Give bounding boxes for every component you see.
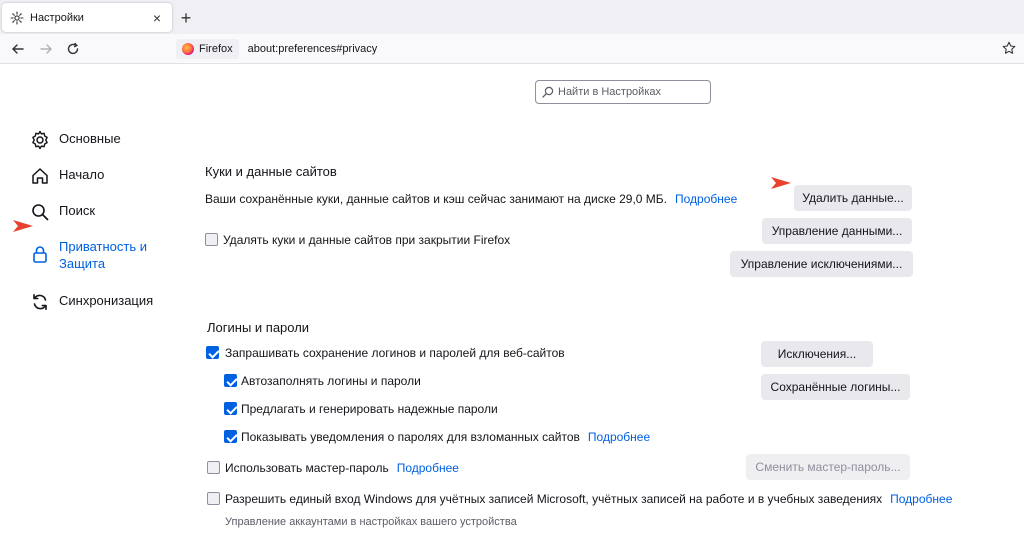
sidebar-item-general[interactable]: Основные [30,124,180,160]
tab-strip: Настройки × + [0,0,1024,34]
settings-search[interactable] [535,80,711,104]
cookies-usage-text: Ваши сохранённые куки, данные сайтов и к… [205,192,668,206]
sidebar-item-home[interactable]: Начало [30,160,180,196]
sidebar-item-label: Поиск [59,203,96,218]
sync-icon [30,292,50,312]
logins-section-title: Логины и пароли [207,320,310,335]
gear-icon [30,130,50,150]
manage-exceptions-button[interactable]: Управление исключениями... [730,251,913,277]
home-icon [30,166,50,186]
master-learn-more-link[interactable]: Подробнее [397,461,459,475]
master-password-checkbox[interactable] [207,461,220,474]
saved-logins-button[interactable]: Сохранённые логины... [761,374,910,400]
sidebar-item-label: Синхронизация [59,293,154,308]
master-password-label: Использовать мастер-пароль [225,461,389,475]
cookies-section-title: Куки и данные сайтов [205,164,337,179]
delete-on-close-label: Удалять куки и данные сайтов при закрыти… [223,233,511,247]
search-input[interactable] [558,86,704,98]
reload-button[interactable] [63,39,83,59]
windows-sso-row: Разрешить единый вход Windows для учётны… [225,492,952,506]
windows-sso-label: Разрешить единый вход Windows для учётны… [225,492,883,506]
sidebar-item-label: Основные [59,131,121,146]
sidebar-item-privacy[interactable]: Приватность и Защита [30,232,180,286]
breach-alerts-checkbox[interactable] [224,430,237,443]
arrow-right-icon [40,44,52,54]
nav-bar: Firefox about:preferences#privacy [0,34,1024,64]
suggest-passwords-label: Предлагать и генерировать надежные парол… [241,402,498,416]
close-icon[interactable]: × [150,10,164,26]
url-bar[interactable]: Firefox about:preferences#privacy [176,38,992,60]
url-text[interactable]: about:preferences#privacy [248,43,378,55]
login-exceptions-button[interactable]: Исключения... [761,341,873,367]
search-icon [542,86,554,98]
forward-button[interactable] [36,39,56,59]
clear-data-button[interactable]: Удалить данные... [794,185,912,211]
cookies-learn-more-link[interactable]: Подробнее [675,192,737,206]
windows-learn-more-link[interactable]: Подробнее [890,492,952,506]
identity-box[interactable]: Firefox [176,39,239,59]
cookies-usage-row: Ваши сохранённые куки, данные сайтов и к… [205,192,737,206]
breach-alerts-label: Показывать уведомления о паролях для взл… [241,430,580,444]
sidebar: Основные Начало Поиск Приватность и Защи… [30,124,180,322]
ask-save-logins-checkbox[interactable] [206,346,219,359]
new-tab-button[interactable]: + [176,8,196,28]
arrow-left-icon [12,44,24,54]
master-password-row: Использовать мастер-пароль Подробнее [225,461,459,475]
tab-settings[interactable]: Настройки × [2,3,172,32]
manage-data-button[interactable]: Управление данными... [762,218,912,244]
annotation-arrow-icon [771,177,791,189]
tab-title: Настройки [30,11,84,24]
firefox-logo-icon [182,43,194,55]
lock-icon [30,244,50,264]
identity-label: Firefox [199,43,233,55]
breach-alerts-row: Показывать уведомления о паролях для взл… [241,430,650,444]
gear-icon [10,10,24,25]
bookmark-star-icon[interactable] [1002,41,1018,57]
suggest-passwords-checkbox[interactable] [224,402,237,415]
delete-on-close-checkbox[interactable] [205,233,218,246]
sidebar-item-search[interactable]: Поиск [30,196,180,232]
ask-save-logins-label: Запрашивать сохранение логинов и паролей… [225,346,565,360]
annotation-arrow-icon [13,220,33,232]
change-master-password-button[interactable]: Сменить мастер-пароль... [746,454,910,480]
sidebar-item-sync[interactable]: Синхронизация [30,286,180,322]
breach-learn-more-link[interactable]: Подробнее [588,430,650,444]
windows-sso-checkbox[interactable] [207,492,220,505]
windows-sso-note: Управление аккаунтами в настройках вашег… [225,516,517,528]
reload-icon [67,42,79,55]
sidebar-item-label: Начало [59,167,105,182]
sidebar-item-label: Приватность и Защита [59,239,148,271]
autofill-logins-label: Автозаполнять логины и пароли [241,374,421,388]
autofill-logins-checkbox[interactable] [224,374,237,387]
back-button[interactable] [8,39,28,59]
